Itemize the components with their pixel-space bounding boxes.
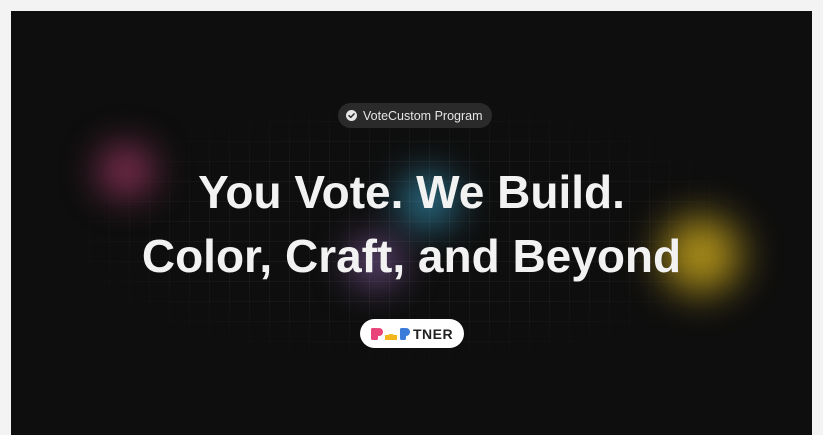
logo-mark-r-bowl <box>401 327 410 336</box>
headline-line-2: Color, Craft, and Beyond <box>141 230 682 282</box>
hero-banner: VoteCustom Program You Vote. We Build. C… <box>11 11 812 435</box>
program-badge: VoteCustom Program <box>338 103 492 128</box>
partner-logo[interactable]: TNER <box>360 319 464 348</box>
badge-label: VoteCustom Program <box>363 108 483 123</box>
partner-logo-text: TNER <box>412 325 454 342</box>
partner-logo-mark-icon <box>370 327 410 340</box>
logo-mark-p-bowl <box>374 327 383 336</box>
headline-line-1: You Vote. We Build. <box>198 166 625 218</box>
logo-mark-a-base <box>384 334 397 340</box>
check-circle-icon <box>346 110 357 121</box>
